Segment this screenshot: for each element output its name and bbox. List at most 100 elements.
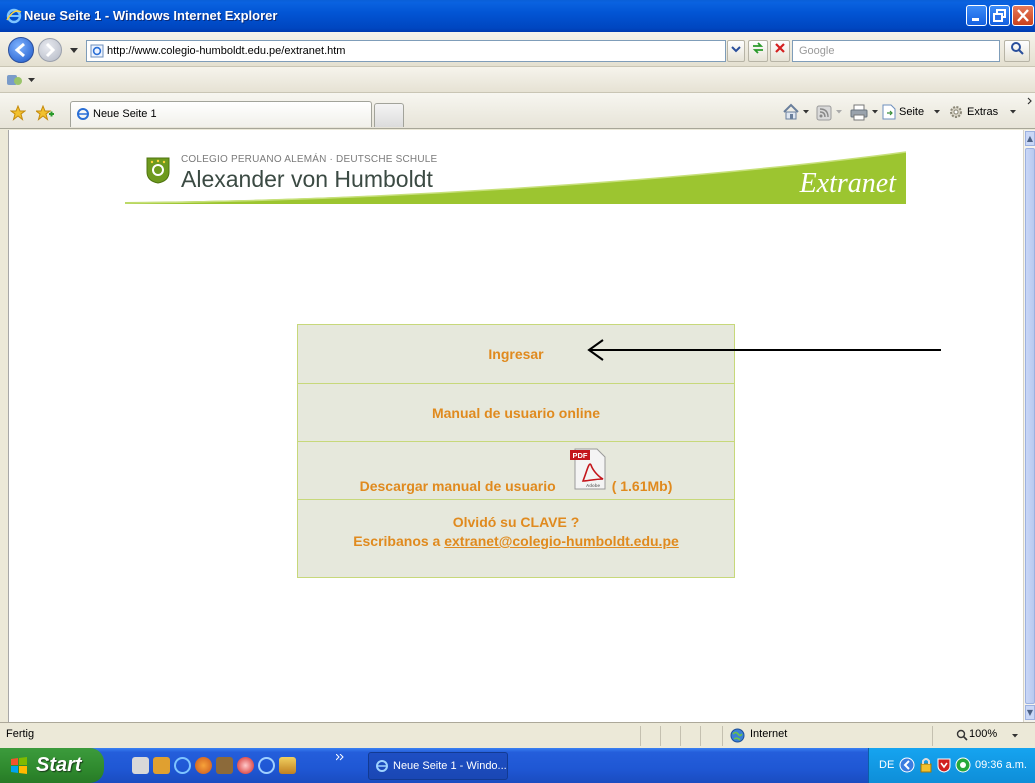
minimize-button[interactable] xyxy=(966,5,987,26)
scroll-thumb[interactable] xyxy=(1025,148,1035,704)
menu-row-manual-online: Manual de usuario online xyxy=(298,384,734,442)
quicklaunch-app-icon[interactable] xyxy=(132,757,149,774)
feeds-dropdown-icon[interactable] xyxy=(836,110,842,114)
history-dropdown-icon[interactable] xyxy=(70,48,78,54)
header-extranet: Extranet xyxy=(799,168,896,199)
folder-app-icon[interactable] xyxy=(279,757,296,774)
school-crest-icon xyxy=(146,157,170,184)
ie-task-icon xyxy=(376,760,388,772)
search-app-icon[interactable] xyxy=(258,757,275,774)
stop-button[interactable] xyxy=(770,40,790,62)
seite-label: Seite xyxy=(899,106,925,118)
system-tray: DE 09:36 a.m. xyxy=(868,748,1035,783)
ie-quicklaunch-icon[interactable] xyxy=(174,757,191,774)
status-divider xyxy=(722,726,723,746)
scroll-up-button[interactable]: ▲ xyxy=(1025,131,1035,146)
status-text: Fertig xyxy=(6,728,35,740)
status-divider xyxy=(932,726,933,746)
maximize-button[interactable] xyxy=(989,5,1010,26)
close-icon xyxy=(1017,9,1029,22)
extras-label: Extras xyxy=(967,106,999,118)
page-content: COLEGIO PERUANO ALEMÁN · DEUTSCHE SCHULE… xyxy=(8,130,1023,722)
url-text: http://www.colegio-humboldt.edu.pe/extra… xyxy=(107,45,346,57)
tray-shield-icon[interactable] xyxy=(937,757,951,773)
file-size: ( 1.61Mb) xyxy=(611,478,673,494)
address-toolbar: http://www.colegio-humboldt.edu.pe/extra… xyxy=(0,32,1035,67)
vertical-scrollbar[interactable]: ▲ ▼ xyxy=(1023,130,1035,722)
tray-lock-icon[interactable] xyxy=(919,757,933,773)
tab-label: Neue Seite 1 xyxy=(93,108,157,120)
status-divider xyxy=(700,726,701,746)
back-button[interactable] xyxy=(8,37,34,63)
menu-row-olvido: Olvidó su CLAVE ? Escribanos a extranet@… xyxy=(298,500,734,577)
window-title: Neue Seite 1 - Windows Internet Explorer xyxy=(24,8,278,23)
add-ons-dropdown-icon[interactable] xyxy=(28,78,35,83)
print-dropdown-icon[interactable] xyxy=(872,110,878,114)
home-icon[interactable] xyxy=(782,103,800,121)
manual-online-link[interactable]: Manual de usuario online xyxy=(432,405,600,421)
pdf-label: PDF xyxy=(573,451,588,460)
home-dropdown-icon[interactable] xyxy=(803,110,809,114)
site-header: COLEGIO PERUANO ALEMÁN · DEUTSCHE SCHULE… xyxy=(125,146,906,206)
back-arrow-icon xyxy=(14,42,25,58)
url-dropdown-button[interactable] xyxy=(727,40,745,62)
language-indicator[interactable]: DE xyxy=(879,759,894,771)
refresh-button[interactable] xyxy=(748,40,768,62)
clock[interactable]: 09:36 a.m. xyxy=(975,759,1027,771)
print-icon[interactable] xyxy=(850,104,868,121)
status-divider xyxy=(680,726,681,746)
start-button[interactable]: Start xyxy=(0,748,104,783)
restore-icon xyxy=(993,9,1006,22)
add-ons-icon[interactable] xyxy=(6,72,24,88)
tray-browser-icon[interactable] xyxy=(955,757,971,773)
email-link[interactable]: extranet@colegio-humboldt.edu.pe xyxy=(444,533,679,549)
quicklaunch-more-icon[interactable] xyxy=(336,754,344,761)
descargar-link[interactable]: Descargar manual de usuario xyxy=(360,478,556,494)
feeds-icon[interactable] xyxy=(816,105,832,121)
zoom-icon xyxy=(956,729,968,741)
favorites-star-icon[interactable] xyxy=(10,105,26,121)
firefox-icon[interactable] xyxy=(195,757,212,774)
url-field[interactable]: http://www.colegio-humboldt.edu.pe/extra… xyxy=(86,40,726,62)
forgot-password-text: Olvidó su CLAVE ? xyxy=(452,514,580,530)
chevron-right-icon[interactable] xyxy=(1027,97,1033,105)
search-button[interactable] xyxy=(1004,40,1030,62)
start-label: Start xyxy=(36,754,82,776)
search-placeholder: Google xyxy=(799,45,835,57)
page-ie-icon xyxy=(90,44,104,58)
media-icon[interactable] xyxy=(237,757,254,774)
zoom-dropdown-icon[interactable] xyxy=(1012,734,1018,738)
quicklaunch-user-icon[interactable] xyxy=(216,757,233,774)
scroll-down-button[interactable]: ▼ xyxy=(1025,705,1035,720)
tab-bar: Neue Seite 1 Seite Extras xyxy=(0,93,1035,129)
header-subtitle: COLEGIO PERUANO ALEMÁN · DEUTSCHE SCHULE xyxy=(181,154,438,165)
tab-ie-icon xyxy=(77,108,89,120)
windows-logo-icon xyxy=(11,757,27,774)
security-zone[interactable]: Internet xyxy=(750,728,787,740)
extras-dropdown-icon xyxy=(1010,110,1016,114)
status-bar: Fertig Internet 100% xyxy=(0,722,1035,748)
forward-button[interactable] xyxy=(38,38,62,62)
search-icon xyxy=(1011,42,1024,55)
tab-neue-seite-1[interactable]: Neue Seite 1 xyxy=(70,101,372,127)
tray-network-icon[interactable] xyxy=(899,757,915,773)
new-tab-button[interactable] xyxy=(374,103,404,127)
search-input[interactable]: Google xyxy=(792,40,1000,62)
zoom-level[interactable]: 100% xyxy=(969,728,997,740)
menu-row-descargar: PDF Adobe Descargar manual de usuario( 1… xyxy=(298,442,734,500)
task-label: Neue Seite 1 - Windo... xyxy=(393,760,507,772)
ingresar-link[interactable]: Ingresar xyxy=(488,346,543,362)
forward-arrow-icon xyxy=(45,42,56,58)
gear-icon xyxy=(950,106,962,118)
close-button[interactable] xyxy=(1012,5,1034,26)
add-favorite-icon[interactable] xyxy=(36,105,54,121)
annotation-arrow xyxy=(587,339,941,361)
status-divider xyxy=(640,726,641,746)
show-desktop-icon[interactable] xyxy=(153,757,170,774)
links-toolbar xyxy=(0,67,1035,93)
refresh-icon xyxy=(752,42,764,54)
taskbar: Start Neue Seite 1 - Windo... DE 09:36 a… xyxy=(0,748,1035,783)
taskbar-item-ie[interactable]: Neue Seite 1 - Windo... xyxy=(368,752,508,780)
stop-icon xyxy=(775,43,785,53)
status-divider xyxy=(660,726,661,746)
